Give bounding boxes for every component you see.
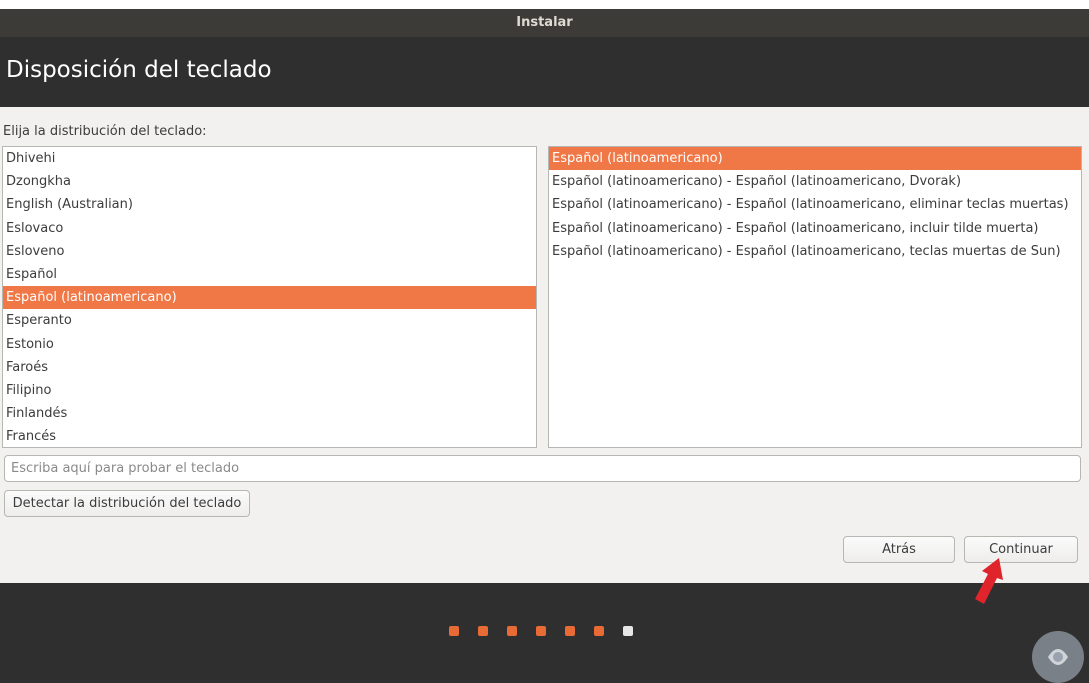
- list-item[interactable]: Español (latinoamericano) - Español (lat…: [549, 193, 1081, 216]
- list-item[interactable]: Dhivehi: [3, 147, 536, 170]
- list-item[interactable]: Español (latinoamericano) - Español (lat…: [549, 217, 1081, 240]
- installer-screen: Instalar Disposición del teclado Elija l…: [0, 0, 1089, 683]
- window-title: Instalar: [0, 9, 1089, 37]
- main-content: Elija la distribución del teclado: Dhive…: [0, 107, 1089, 583]
- back-button[interactable]: Atrás: [843, 536, 955, 563]
- keyboard-layout-list[interactable]: Dhivehi Dzongkha English (Australian) Eslov…: [2, 146, 537, 448]
- list-item[interactable]: Estonio: [3, 333, 536, 356]
- progress-footer: [0, 583, 1089, 683]
- keyboard-test-input[interactable]: [4, 455, 1081, 482]
- red-arrow-icon: [975, 558, 1003, 604]
- progress-dot: [565, 626, 575, 636]
- progress-dot: [536, 626, 546, 636]
- list-item[interactable]: English (Australian): [3, 193, 536, 216]
- list-item[interactable]: Faroés: [3, 356, 536, 379]
- progress-dot: [449, 626, 459, 636]
- page-title: Disposición del teclado: [6, 57, 272, 83]
- list-item[interactable]: Español (latinoamericano) - Español (lat…: [549, 240, 1081, 263]
- list-item[interactable]: Español (latinoamericano): [549, 147, 1081, 171]
- watermark-logo-icon: [1032, 631, 1084, 683]
- keyboard-variant-list[interactable]: Español (latinoamericano) Español (latino…: [548, 146, 1082, 448]
- progress-dots: [449, 626, 633, 636]
- progress-dot: [594, 626, 604, 636]
- list-item[interactable]: Español (latinoamericano): [3, 286, 536, 310]
- progress-dot-current: [623, 626, 633, 636]
- page-header: Disposición del teclado: [0, 37, 1089, 107]
- progress-dot: [507, 626, 517, 636]
- list-item[interactable]: Español: [3, 263, 536, 286]
- progress-dot: [478, 626, 488, 636]
- list-item[interactable]: Francés: [3, 425, 536, 447]
- list-item[interactable]: Esperanto: [3, 309, 536, 332]
- list-item[interactable]: Filipino: [3, 379, 536, 402]
- detect-layout-button[interactable]: Detectar la distribución del teclado: [4, 490, 250, 517]
- list-item[interactable]: Eslovaco: [3, 217, 536, 240]
- layout-prompt: Elija la distribución del teclado:: [3, 124, 207, 139]
- list-item[interactable]: Dzongkha: [3, 170, 536, 193]
- list-item[interactable]: Finlandés: [3, 402, 536, 425]
- list-item[interactable]: Español (latinoamericano) - Español (lat…: [549, 170, 1081, 193]
- list-item[interactable]: Esloveno: [3, 240, 536, 263]
